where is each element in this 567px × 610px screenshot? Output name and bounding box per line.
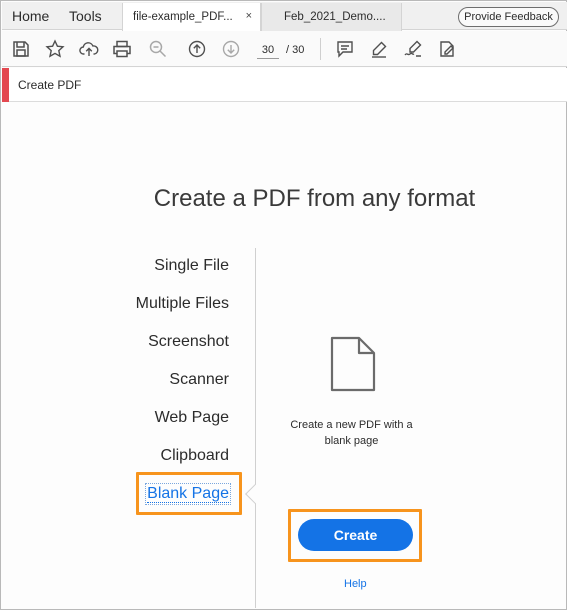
toolbar-divider [320, 38, 321, 60]
comment-icon[interactable] [335, 39, 355, 59]
star-icon[interactable] [45, 39, 65, 59]
tab-file-example[interactable]: file-example_PDF... × [122, 3, 261, 32]
edit-icon[interactable] [437, 39, 457, 59]
blank-page-highlight [136, 472, 242, 515]
option-scanner[interactable]: Scanner [169, 371, 229, 389]
page-down-icon[interactable] [221, 39, 241, 59]
app-window: Home Tools file-example_PDF... × Feb_202… [0, 0, 567, 610]
toolbar: / 30 [2, 31, 567, 67]
option-description: Create a new PDF with a blank page [290, 419, 413, 447]
tab-feb-2021-demo[interactable]: Feb_2021_Demo.... [261, 3, 402, 31]
save-icon[interactable] [11, 39, 31, 59]
tool-accent-bar [2, 68, 9, 102]
vertical-divider [255, 248, 256, 608]
zoom-icon[interactable] [148, 39, 168, 59]
provide-feedback-button[interactable]: Provide Feedback [458, 7, 559, 27]
page-title: Create a PDF from any format [153, 185, 476, 212]
menu-home[interactable]: Home [12, 8, 49, 24]
close-icon[interactable]: × [246, 10, 252, 22]
blank-document-icon [330, 336, 376, 392]
tool-header: Create PDF [2, 68, 567, 102]
top-bar: Home Tools file-example_PDF... × Feb_202… [2, 2, 567, 32]
highlight-pen-icon[interactable] [369, 39, 389, 59]
page-total: / 30 [286, 44, 305, 56]
selection-pointer [245, 484, 265, 504]
print-icon[interactable] [112, 39, 132, 59]
page-number-input[interactable] [257, 41, 279, 59]
option-single-file[interactable]: Single File [154, 257, 229, 275]
menu-tools[interactable]: Tools [69, 8, 102, 24]
page-up-icon[interactable] [187, 39, 207, 59]
cloud-upload-icon[interactable] [79, 39, 99, 59]
option-multiple-files[interactable]: Multiple Files [136, 295, 229, 313]
option-screenshot[interactable]: Screenshot [148, 333, 229, 351]
tab-label: Feb_2021_Demo.... [284, 11, 386, 23]
option-clipboard[interactable]: Clipboard [161, 447, 229, 465]
option-web-page[interactable]: Web Page [155, 409, 229, 427]
tool-title: Create PDF [18, 78, 82, 92]
help-link[interactable]: Help [344, 578, 367, 590]
sign-icon[interactable] [403, 39, 423, 59]
create-button[interactable]: Create [298, 519, 413, 551]
tab-label: file-example_PDF... [133, 11, 233, 23]
